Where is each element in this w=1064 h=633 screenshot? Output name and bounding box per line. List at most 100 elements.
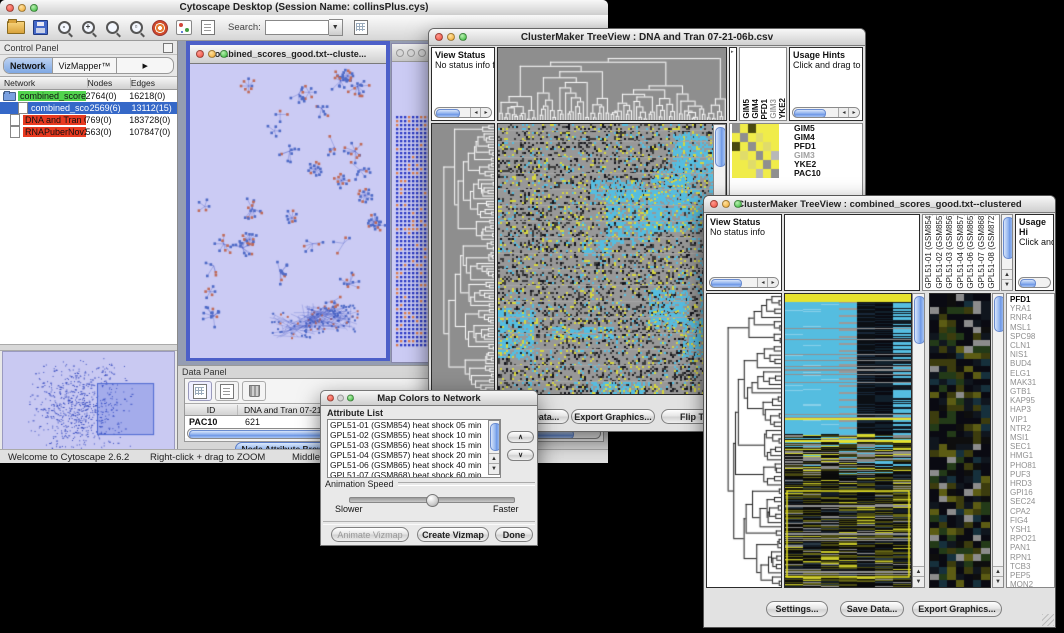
zoom-heatmap[interactable] — [929, 293, 991, 588]
zoom-in-icon[interactable]: + — [77, 18, 99, 38]
save-icon[interactable] — [29, 18, 51, 38]
minimize-button[interactable] — [337, 395, 344, 402]
attribute-list: GPL51-01 (GSM854) heat shock 05 minGPL51… — [327, 419, 501, 478]
column-dendrogram[interactable] — [497, 47, 727, 121]
row-dendrogram[interactable] — [431, 123, 495, 395]
zoom-fit-icon[interactable]: ▫ — [125, 18, 147, 38]
treeview-dna-titlebar[interactable]: ClusterMaker TreeView : DNA and Tran 07-… — [429, 29, 865, 46]
close-button[interactable] — [6, 4, 14, 12]
column-dendrogram[interactable] — [784, 214, 920, 291]
column-label: GPL51-03 (GSM856) — [945, 214, 956, 289]
help-icon[interactable] — [149, 18, 171, 38]
annotation-icon[interactable] — [197, 18, 219, 38]
zoom-button[interactable] — [30, 4, 38, 12]
treeview-dna-button[interactable]: Export Graphics... — [571, 409, 655, 424]
zoom-vscrollbar[interactable]: ▲▼ — [992, 293, 1004, 588]
gene-label: HAP3 — [1010, 405, 1054, 414]
network-row[interactable]: combined_scores2764(0)16218(0) — [0, 90, 177, 102]
minimize-button[interactable] — [208, 50, 216, 58]
network-view-titlebar[interactable]: combined_scores_good.txt--cluste... — [190, 45, 386, 64]
search-label: Search: — [228, 22, 261, 33]
search-input[interactable] — [265, 20, 329, 35]
open-icon[interactable] — [5, 18, 27, 38]
treeview-combined-button[interactable]: Export Graphics... — [912, 601, 1002, 617]
column-label: GIM4 — [751, 99, 760, 119]
network-row[interactable]: combined_sco2569(6)13112(15) — [0, 102, 177, 114]
map-colors-titlebar[interactable]: Map Colors to Network — [321, 391, 537, 406]
zoom-out-icon[interactable]: - — [53, 18, 75, 38]
treeview-combined-button[interactable]: Save Data... — [840, 601, 904, 617]
treeview-combined-titlebar[interactable]: ClusterMaker TreeView : combined_scores_… — [704, 196, 1055, 213]
attribute-item[interactable]: GPL51-04 (GSM857) heat shock 20 min — [328, 450, 500, 460]
column-label: GPL51-01 (GSM854) — [924, 214, 935, 289]
heatmap-main[interactable]: ▲▼ — [497, 123, 727, 395]
col-nodes: Nodes — [88, 78, 131, 88]
treeview-combined-button[interactable]: Settings... — [766, 601, 828, 617]
close-button[interactable] — [196, 50, 204, 58]
delete-attribute-icon[interactable] — [242, 381, 266, 401]
dendro-splitter[interactable]: ▸ — [729, 47, 737, 121]
zoom-button[interactable] — [418, 49, 426, 57]
close-button[interactable] — [327, 395, 334, 402]
zoom-heatmap[interactable] — [732, 124, 779, 178]
attribute-item[interactable]: GPL51-06 (GSM865) heat shock 40 min — [328, 460, 500, 470]
minimize-button[interactable] — [18, 4, 26, 12]
zoom-button[interactable] — [734, 200, 742, 208]
minimize-button[interactable] — [447, 33, 455, 41]
network-name: combined_sco — [31, 103, 89, 113]
tab-[interactable]: ▶ — [117, 58, 173, 73]
zoom-button[interactable] — [459, 33, 467, 41]
move-down-button[interactable]: ∨ — [507, 449, 534, 461]
cytoscape-titlebar[interactable]: Cytoscape Desktop (Session Name: collins… — [0, 0, 608, 16]
attribute-item[interactable]: GPL51-03 (GSM856) heat shock 15 min — [328, 440, 500, 450]
view-status-hscrollbar[interactable]: ◂▸ — [434, 107, 492, 118]
column-labels-panel: GIM5GIM4PFD1GIM3YKE2PAC10 — [739, 47, 787, 121]
create-vizmap-button[interactable]: Create Vizmap — [417, 527, 489, 542]
attribute-item[interactable]: GPL51-07 (GSM868) heat shock 60 min — [328, 470, 500, 478]
minimize-button[interactable] — [407, 49, 415, 57]
gene-labels-panel: PFD1YRA1RNR4MSL1SPC98CLN1NIS1BUD4ELG1MAK… — [1006, 293, 1055, 588]
zoom-button[interactable] — [220, 50, 228, 58]
animation-speed-slider[interactable] — [349, 497, 515, 503]
heatmap-main[interactable] — [784, 293, 912, 588]
gene-label: BUD4 — [1010, 359, 1054, 368]
view-status-hscrollbar[interactable]: ◂▸ — [709, 277, 779, 288]
attribute-item[interactable]: GPL51-01 (GSM854) heat shock 05 min — [328, 420, 500, 430]
close-button[interactable] — [710, 200, 718, 208]
network-nodes: 769(0) — [86, 115, 130, 125]
tab-network[interactable]: Network — [4, 58, 53, 73]
done-button[interactable]: Done — [495, 527, 533, 542]
column-label: GPL51-06 (GSM865) — [966, 214, 977, 289]
move-up-button[interactable]: ∧ — [507, 431, 534, 443]
column-label: YKE2 — [778, 98, 787, 119]
search-dropdown-icon[interactable]: ▼ — [329, 19, 343, 36]
tab-vizmapper[interactable]: VizMapper™ — [53, 58, 118, 73]
attribute-list-vscrollbar[interactable]: ▲▼ — [488, 420, 500, 475]
attribute-item[interactable]: GPL51-02 (GSM855) heat shock 10 min — [328, 430, 500, 440]
network-row[interactable]: DNA and Tran 07769(0)183728(0) — [0, 114, 177, 126]
column-labels-vscrollbar[interactable]: ▲▼ — [1001, 214, 1013, 291]
control-panel-title: Control Panel — [4, 43, 59, 53]
vizmap-icon[interactable] — [173, 18, 195, 38]
column-label: GPL51-02 (GSM855) — [935, 214, 946, 289]
minimize-button[interactable] — [722, 200, 730, 208]
float-panel-icon[interactable] — [163, 43, 173, 53]
close-button[interactable] — [435, 33, 443, 41]
network-overview-panel[interactable] — [2, 351, 175, 461]
usage-hints-hscrollbar[interactable]: ◂▸ — [792, 107, 860, 118]
row-dendrogram[interactable] — [706, 293, 782, 588]
status-hint-zoom: Right-click + drag to ZOOM — [150, 452, 265, 463]
network-row[interactable]: RNAPuberNov2563(0)107847(0) — [0, 126, 177, 138]
close-button[interactable] — [396, 49, 404, 57]
heatmap-vscrollbar[interactable]: ▲▼ — [912, 293, 925, 588]
attribute-table-icon[interactable] — [188, 381, 212, 401]
network-view-canvas[interactable] — [190, 64, 386, 358]
attribute-browser-icon[interactable] — [350, 18, 372, 38]
slider-thumb[interactable] — [426, 494, 439, 507]
gene-label: RNR4 — [1010, 313, 1054, 322]
usage-hints-hscrollbar[interactable] — [1018, 277, 1051, 288]
new-attribute-icon[interactable] — [215, 381, 239, 401]
zoom-button[interactable] — [347, 395, 354, 402]
resize-grip[interactable] — [1042, 614, 1054, 626]
zoom-selected-icon[interactable] — [101, 18, 123, 38]
